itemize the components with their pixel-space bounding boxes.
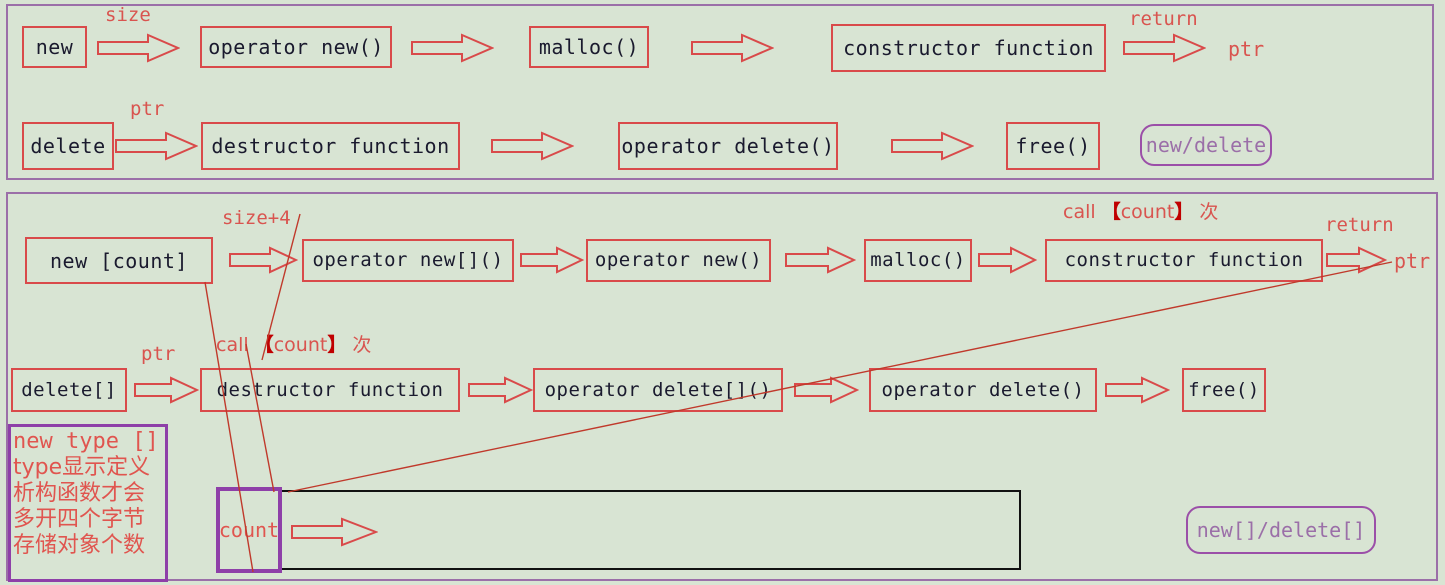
box-malloc[interactable]: malloc() (864, 239, 972, 282)
call-prefix: call (1063, 201, 1096, 223)
arrow-right-icon (133, 375, 199, 405)
box-destructor-function[interactable]: destructor function (201, 122, 460, 170)
box-operator-delete-array[interactable]: operator delete[]() (533, 368, 783, 412)
result-ptr-label: ptr (1228, 37, 1265, 61)
box-operator-new[interactable]: operator new() (586, 239, 771, 282)
arrow-label-size-plus-4: size+4 (222, 207, 291, 229)
note-line: 析构函数才会 (13, 481, 146, 506)
arrow-right-icon (977, 245, 1037, 275)
call-count: count (1120, 201, 1175, 223)
box-destructor-function[interactable]: destructor function (200, 368, 460, 412)
arrow-right-icon (490, 130, 574, 162)
arrow-right-icon (467, 375, 533, 405)
arrow-right-icon (793, 375, 859, 405)
box-constructor-function[interactable]: constructor function (1045, 239, 1323, 282)
bracket-close: 】 (327, 334, 347, 356)
call-suffix: 次 (352, 334, 372, 356)
box-operator-delete[interactable]: operator delete() (869, 368, 1097, 412)
arrow-right-icon (690, 32, 774, 64)
box-delete-array[interactable]: delete[] (11, 368, 127, 412)
annotation-call-count-times-delete: call 【count】 次 (216, 336, 371, 355)
arrow-right-icon (410, 32, 494, 64)
box-new-count[interactable]: new [count] (25, 237, 213, 284)
result-ptr-label: ptr (1394, 249, 1431, 273)
diagram-canvas: new size operator new() malloc() constru… (0, 0, 1445, 585)
arrow-right-icon (890, 130, 974, 162)
memory-objects-region (279, 490, 1021, 570)
note-new-type-array: new type [] type显示定义 析构函数才会 多开四个字节 存储对象个… (8, 424, 168, 582)
box-malloc[interactable]: malloc() (529, 26, 649, 68)
arrow-right-icon (290, 516, 378, 548)
arrow-label-return: return (1129, 8, 1198, 30)
annotation-call-count-times-new: call 【count】 次 (1063, 203, 1218, 222)
arrow-label-size: size (105, 4, 151, 26)
arrow-right-icon (784, 245, 856, 275)
call-prefix: call (216, 334, 249, 356)
box-operator-delete[interactable]: operator delete() (618, 122, 838, 170)
call-suffix: 次 (1199, 201, 1219, 223)
box-free[interactable]: free() (1182, 368, 1266, 412)
box-new[interactable]: new (22, 26, 87, 68)
arrow-label-ptr: ptr (141, 343, 176, 365)
arrow-right-icon (1104, 375, 1170, 405)
arrow-right-icon (228, 245, 298, 275)
arrow-label-ptr: ptr (130, 98, 165, 120)
arrow-label-return: return (1325, 214, 1394, 236)
note-line: 存储对象个数 (13, 533, 146, 558)
call-count: count (273, 334, 328, 356)
arrow-right-icon (114, 130, 198, 162)
arrow-right-icon (519, 245, 584, 275)
memory-count-cell: count (216, 487, 282, 573)
tag-new-delete: new/delete (1140, 124, 1272, 166)
tag-new-array-delete-array: new[]/delete[] (1186, 506, 1376, 554)
box-operator-new-array[interactable]: operator new[]() (302, 239, 514, 282)
bracket-open: 【 (1101, 201, 1121, 223)
box-constructor-function[interactable]: constructor function (831, 24, 1106, 72)
box-delete[interactable]: delete (22, 122, 114, 170)
arrow-right-icon (1325, 245, 1387, 275)
box-free[interactable]: free() (1006, 122, 1100, 170)
box-operator-new[interactable]: operator new() (200, 26, 392, 68)
note-line: 多开四个字节 (13, 507, 146, 532)
note-line: type显示定义 (13, 455, 151, 480)
note-line: new type [] (13, 429, 159, 454)
bracket-open: 【 (254, 334, 274, 356)
arrow-right-icon (1122, 32, 1206, 64)
bracket-close: 】 (1174, 201, 1194, 223)
arrow-right-icon (96, 32, 180, 64)
